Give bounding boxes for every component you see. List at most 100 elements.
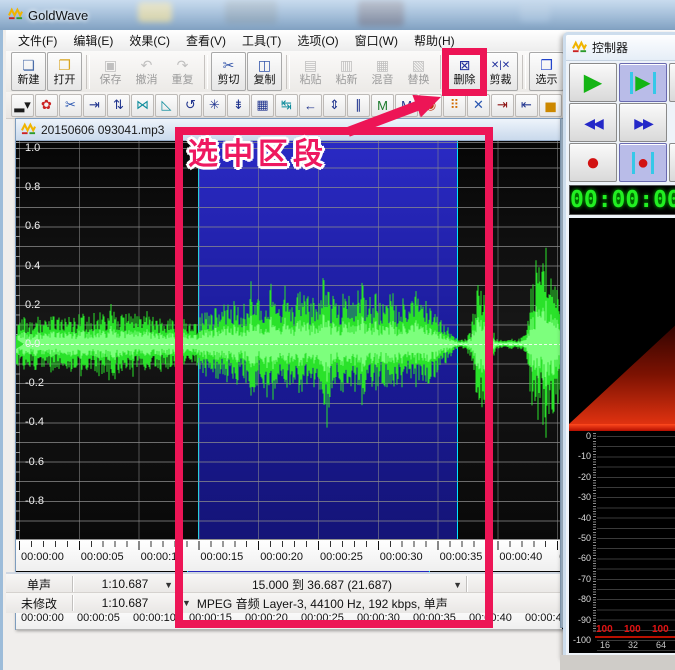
new-label: 新建 (18, 74, 40, 86)
length-cell[interactable]: 1:10.687▼ (73, 576, 178, 592)
playhead-marker-icon[interactable] (16, 339, 24, 349)
pause-button: ▮▮ (669, 103, 675, 142)
record-selection-button[interactable]: ● (619, 143, 667, 182)
redo-icon: ↷ (177, 58, 189, 74)
replace-label: 替换 (408, 74, 430, 86)
delete-x-icon: ⊠ (459, 58, 471, 74)
pitch-icon[interactable]: ⇟ (227, 94, 250, 117)
spectrum-panel: 0-10-20-30-40-50-60-70-80-90-10010010010… (569, 431, 675, 653)
silence-reduce-icon[interactable]: ⇥ (491, 94, 514, 117)
paste-button: ▤粘贴 (293, 52, 328, 91)
trim-silence-icon[interactable]: ⇤ (515, 94, 538, 117)
waveform-display[interactable]: 1.00.80.60.40.20.0-0.2-0.4-0.6-0.8 (16, 141, 562, 539)
mechanize-icon[interactable]: ✳ (203, 94, 226, 117)
copy-icon: ◫ (258, 58, 271, 74)
time-label: 00:00:05 (81, 551, 124, 563)
menu-item-0[interactable]: 文件(F) (10, 30, 65, 51)
major-ticks (16, 541, 562, 550)
menu-item-6[interactable]: 窗口(W) (347, 30, 406, 51)
document-titlebar[interactable]: 20150606 093041.mp3 (16, 119, 562, 141)
record-button[interactable]: ● (569, 143, 617, 182)
monitor-button[interactable]: ◎ (669, 143, 675, 182)
show-sel-label: 选示 (536, 74, 558, 86)
cut-button[interactable]: ✂剪切 (211, 52, 246, 91)
time-label: 00:00:20 (260, 551, 303, 563)
device-control-icon[interactable]: ▂▾ (11, 94, 34, 117)
doppler-icon[interactable]: ⋈ (131, 94, 154, 117)
goldwave-logo-icon (8, 6, 23, 24)
reverse-loop-icon[interactable]: ↺ (179, 94, 202, 117)
replace-icon: ▧ (412, 58, 425, 74)
spectrum-grid (597, 431, 675, 653)
expression-evaluator-icon[interactable]: ✂ (59, 94, 82, 117)
equalizer-table-icon[interactable]: ▦ (251, 94, 274, 117)
time-ruler-main[interactable]: 00:00:0000:00:0500:00:1000:00:1500:00:20… (16, 539, 562, 571)
noise-reduction-icon[interactable]: ✕ (467, 94, 490, 117)
stretch-vertical-icon[interactable]: ⇅ (107, 94, 130, 117)
play-button[interactable]: ▶ (569, 63, 617, 102)
record-icon: ● (586, 151, 601, 175)
visualizer-baseline (569, 424, 675, 431)
db-label: -40 (569, 513, 591, 523)
shift-vertical-icon[interactable]: ⇕ (323, 94, 346, 117)
menu-item-4[interactable]: 工具(T) (234, 30, 289, 51)
level-value: 100 (652, 624, 669, 635)
trim-button[interactable]: ✕|✕剪裁 (483, 52, 518, 91)
rainbow-dots-icon[interactable]: ⠿ (443, 94, 466, 117)
controller-window: 控制器 ▶▶▶◀◀▶▶▮▮●●◎ 00:00:00.0 0-10-20-30-4… (563, 32, 675, 658)
fast-forward-icon: ▶▶ (634, 116, 652, 130)
app-title-text: GoldWave (28, 8, 88, 23)
time-label: 00:00:00 (21, 551, 64, 563)
redo-button: ↷重复 (165, 52, 200, 91)
save-label: 保存 (100, 74, 122, 86)
time-display: 00:00:00.0 (569, 185, 675, 215)
controller-titlebar[interactable]: 控制器 (566, 35, 675, 61)
open-button[interactable]: ❐打开 (47, 52, 82, 91)
time-label: 00:00:15 (189, 612, 232, 624)
spectrum-baseline (595, 636, 675, 638)
menu-item-5[interactable]: 选项(O) (289, 30, 346, 51)
expand-box-icon[interactable]: ↹ (275, 94, 298, 117)
dropdown-arrow-icon[interactable]: ▼ (453, 580, 462, 590)
marker-mx-icon[interactable]: M (371, 94, 394, 117)
delete-button[interactable]: ⊠删除 (447, 52, 482, 91)
time-label: 00:00:25 (320, 551, 363, 563)
show-sel-button[interactable]: ❒选示 (529, 52, 564, 91)
goto-end-icon[interactable]: ⇥ (83, 94, 106, 117)
menu-item-2[interactable]: 效果(C) (121, 30, 178, 51)
rewind-icon: ◀◀ (584, 116, 602, 130)
menu-item-3[interactable]: 查看(V) (178, 30, 234, 51)
time-label: 00:00:30 (357, 612, 400, 624)
db-label: -30 (569, 492, 591, 502)
window-titlebar[interactable] (0, 0, 675, 31)
dropdown-arrow-icon[interactable]: ▼ (182, 598, 191, 608)
copy-button[interactable]: ◫复制 (247, 52, 282, 91)
effect-chain-icon[interactable]: ✿ (35, 94, 58, 117)
undo-button: ↶撤消 (129, 52, 164, 91)
selection-range-cell[interactable]: 15.000 到 36.687 (21.687)▼ (178, 576, 467, 592)
eq-view-icon[interactable]: ◉ (419, 94, 442, 117)
controller-title: 控制器 (592, 39, 628, 56)
spectrum-bar-icon[interactable]: ▅ (539, 94, 562, 117)
dropdown-arrow-icon[interactable]: ▼ (164, 580, 173, 590)
document-window: 20150606 093041.mp3 1.00.80.60.40.20.0-0… (15, 118, 565, 630)
menu-item-1[interactable]: 编辑(E) (65, 30, 121, 51)
new-button[interactable]: ❏新建 (11, 52, 46, 91)
length-cell[interactable]: 1:10.687 (73, 595, 178, 611)
shift-left-icon[interactable]: ← (299, 94, 322, 117)
fast-forward-button[interactable]: ▶▶ (619, 103, 667, 142)
time-label: 00:00:20 (245, 612, 288, 624)
toolbar-separator (86, 55, 90, 89)
save-button: ▣保存 (93, 52, 128, 91)
paste-icon: ▤ (304, 58, 317, 74)
ramp-icon[interactable]: ◺ (155, 94, 178, 117)
play-fast-button[interactable]: ▶ (669, 63, 675, 102)
menu-item-7[interactable]: 帮助(H) (406, 30, 463, 51)
marker-menu-icon[interactable]: M (395, 94, 418, 117)
sliders-icon[interactable]: ∥ (347, 94, 370, 117)
amplitude-label: -0.4 (25, 416, 44, 428)
paste-label: 粘贴 (300, 74, 322, 86)
play-selection-button[interactable]: ▶ (619, 63, 667, 102)
open-label: 打开 (54, 74, 76, 86)
rewind-button[interactable]: ◀◀ (569, 103, 617, 142)
